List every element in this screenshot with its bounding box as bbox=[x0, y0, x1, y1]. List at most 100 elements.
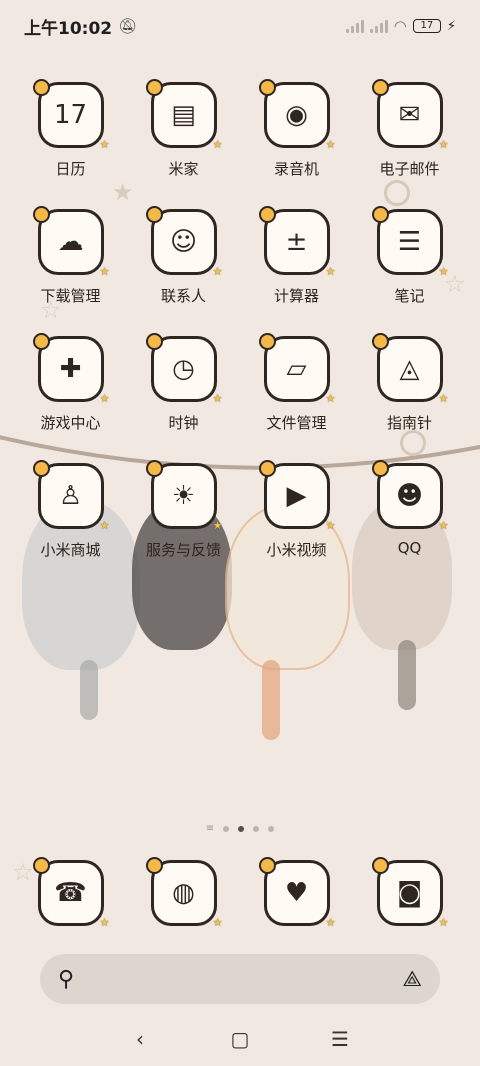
sparkle-icon: ★ bbox=[325, 916, 336, 929]
store-bag-icon-glyph: ♙ bbox=[58, 481, 83, 511]
lightbulb-icon-glyph: ☀ bbox=[171, 481, 196, 511]
page-dot bbox=[268, 826, 275, 832]
dock-app[interactable]: ☎ ★ bbox=[14, 857, 127, 960]
browser-globe-icon[interactable]: ◍ ★ bbox=[145, 857, 223, 928]
assistant-icon[interactable]: ⟁ bbox=[402, 967, 422, 992]
lightbulb-icon[interactable]: ☀ ★ bbox=[145, 460, 223, 531]
recorder-icon[interactable]: ◉ ★ bbox=[258, 79, 336, 150]
app-label: 游戏中心 bbox=[40, 414, 101, 432]
apps-app[interactable]: ☺ ★ 联系人 bbox=[127, 206, 240, 309]
battery-indicator: 17 bbox=[412, 19, 441, 33]
sparkle-icon: ★ bbox=[99, 265, 110, 278]
back-button[interactable]: ‹ bbox=[120, 1027, 160, 1051]
sparkle-icon: ★ bbox=[212, 138, 223, 151]
corner-badge-icon bbox=[258, 333, 276, 350]
calculator-icon[interactable]: ± ★ bbox=[258, 206, 336, 277]
sparkle-icon: ★ bbox=[212, 392, 223, 405]
wallpaper-cat-tail bbox=[80, 660, 98, 720]
compass-icon[interactable]: ◬ ★ bbox=[371, 333, 449, 404]
corner-badge-icon bbox=[258, 460, 276, 477]
search-input[interactable] bbox=[84, 970, 403, 988]
app-label: 电子邮件 bbox=[379, 160, 440, 178]
page-dot bbox=[253, 826, 260, 832]
page-dot bbox=[223, 826, 230, 832]
apps-app[interactable]: ☁ ★ 下载管理 bbox=[14, 206, 127, 309]
apps-app[interactable]: ✉ ★ 电子邮件 bbox=[353, 79, 466, 182]
dock-app[interactable]: ◍ ★ bbox=[127, 857, 240, 960]
mail-icon-glyph: ✉ bbox=[398, 100, 421, 130]
files-icon[interactable]: ▱ ★ bbox=[258, 333, 336, 404]
sparkle-icon: ★ bbox=[438, 519, 449, 532]
app-label: 小米商城 bbox=[40, 541, 101, 559]
bell-muted-icon: 🔕︎ bbox=[118, 17, 138, 35]
wifi-icon: ◠ bbox=[393, 17, 407, 35]
sparkle-icon: ★ bbox=[212, 916, 223, 929]
apps-app[interactable]: ☻ ★ QQ bbox=[353, 460, 466, 563]
search-bar[interactable]: ⚲ ⟁ bbox=[40, 954, 440, 1004]
dock-app[interactable]: ♥ ★ bbox=[240, 857, 353, 960]
corner-badge-icon bbox=[371, 206, 389, 223]
corner-badge-icon bbox=[145, 460, 163, 477]
notes-icon[interactable]: ☰ ★ bbox=[371, 206, 449, 277]
contacts-icon-glyph: ☺ bbox=[169, 227, 198, 257]
calendar-icon[interactable]: 17 ★ bbox=[32, 79, 110, 150]
browser-globe-icon-glyph: ◍ bbox=[172, 878, 195, 908]
corner-badge-icon bbox=[145, 206, 163, 223]
status-time: 上午10:02 bbox=[24, 18, 113, 39]
apps-app[interactable]: ▤ ★ 米家 bbox=[127, 79, 240, 182]
corner-badge-icon bbox=[371, 460, 389, 477]
video-icon-glyph: ▶ bbox=[286, 481, 307, 511]
signal-1-icon bbox=[345, 19, 364, 33]
apps-app[interactable]: ▱ ★ 文件管理 bbox=[240, 333, 353, 436]
sparkle-icon: ★ bbox=[99, 392, 110, 405]
download-icon[interactable]: ☁ ★ bbox=[32, 206, 110, 277]
messages-icon[interactable]: ♥ ★ bbox=[258, 857, 336, 928]
gamepad-icon[interactable]: ✚ ★ bbox=[32, 333, 110, 404]
phone-icon[interactable]: ☎ ★ bbox=[32, 857, 110, 928]
apps-app[interactable]: ♙ ★ 小米商城 bbox=[14, 460, 127, 563]
corner-badge-icon bbox=[258, 79, 276, 96]
app-grid: 17 ★ 日历 ▤ ★ 米家 ◉ ★ 录音机 ✉ ★ 电子邮件 ☁ ★ 下载管理 ☺ ★ 联系人 ± ★ 计算器 ☰ ★ 笔记… bbox=[14, 79, 466, 563]
sparkle-icon: ★ bbox=[99, 519, 110, 532]
page-indicator[interactable]: ≡ bbox=[0, 824, 480, 834]
qq-icon-glyph: ☻ bbox=[395, 481, 424, 511]
status-bar: 上午10:02 🔕︎ ◠ 17 ⚡ bbox=[0, 0, 480, 52]
apps-app[interactable]: ◷ ★ 时钟 bbox=[127, 333, 240, 436]
app-label: 日历 bbox=[55, 160, 86, 178]
apps-app[interactable]: ☰ ★ 笔记 bbox=[353, 206, 466, 309]
qq-icon[interactable]: ☻ ★ bbox=[371, 460, 449, 531]
apps-app[interactable]: ± ★ 计算器 bbox=[240, 206, 353, 309]
app-label: 计算器 bbox=[273, 287, 319, 305]
corner-badge-icon bbox=[371, 79, 389, 96]
dock: ☎ ★ ◍ ★ ♥ ★ ◙ ★ bbox=[14, 857, 466, 960]
download-icon-glyph: ☁ bbox=[57, 227, 84, 257]
apps-app[interactable]: ✚ ★ 游戏中心 bbox=[14, 333, 127, 436]
mail-icon[interactable]: ✉ ★ bbox=[371, 79, 449, 150]
apps-app[interactable]: ▶ ★ 小米视频 bbox=[240, 460, 353, 563]
app-label: 下载管理 bbox=[40, 287, 101, 305]
store-bag-icon[interactable]: ♙ ★ bbox=[32, 460, 110, 531]
camera-icon[interactable]: ◙ ★ bbox=[371, 857, 449, 928]
corner-badge-icon bbox=[32, 460, 50, 477]
recents-button[interactable]: ☰ bbox=[320, 1027, 360, 1051]
corner-badge-icon bbox=[258, 857, 276, 874]
apps-app[interactable]: ◉ ★ 录音机 bbox=[240, 79, 353, 182]
app-label: 文件管理 bbox=[266, 414, 327, 432]
dock-app[interactable]: ◙ ★ bbox=[353, 857, 466, 960]
apps-app[interactable]: ◬ ★ 指南针 bbox=[353, 333, 466, 436]
clock-icon[interactable]: ◷ ★ bbox=[145, 333, 223, 404]
apps-app[interactable]: 17 ★ 日历 bbox=[14, 79, 127, 182]
sparkle-icon: ★ bbox=[438, 392, 449, 405]
corner-badge-icon bbox=[32, 857, 50, 874]
charging-bolt-icon: ⚡ bbox=[446, 18, 456, 34]
gamepad-icon-glyph: ✚ bbox=[59, 354, 82, 384]
apps-app[interactable]: ☀ ★ 服务与反馈 bbox=[127, 460, 240, 563]
home-button[interactable]: ▢ bbox=[220, 1027, 260, 1051]
compass-icon-glyph: ◬ bbox=[399, 354, 420, 384]
sparkle-icon: ★ bbox=[325, 392, 336, 405]
video-icon[interactable]: ▶ ★ bbox=[258, 460, 336, 531]
contacts-icon[interactable]: ☺ ★ bbox=[145, 206, 223, 277]
app-label: 米家 bbox=[168, 160, 199, 178]
app-label: 联系人 bbox=[160, 287, 206, 305]
smart-home-icon[interactable]: ▤ ★ bbox=[145, 79, 223, 150]
